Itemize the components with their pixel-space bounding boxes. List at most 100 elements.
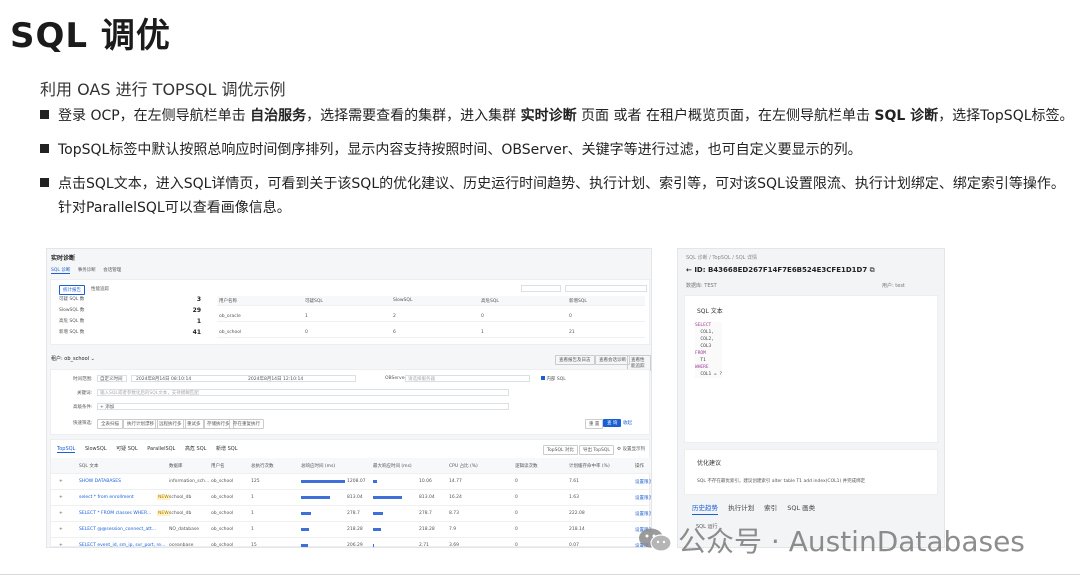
copy-icon[interactable]: ⧉ xyxy=(870,266,875,274)
observer-placeholder: 请选择服务器 xyxy=(408,377,435,382)
table-row[interactable]: ob_oracle 1 2 0 0 xyxy=(217,312,645,322)
time-select[interactable] xyxy=(521,285,561,292)
bullet-text: 页面 或者 在租户概览页面，在左侧导航栏单击 xyxy=(576,108,875,124)
set-throttle-link[interactable]: 设置限流 xyxy=(635,495,651,501)
table-row[interactable]: + SHOW DATABASES information_sch... ob_scho… xyxy=(51,474,651,490)
expand-icon[interactable]: + xyxy=(59,479,63,484)
keyword-input[interactable]: 输入SQL或者参数化后的SQL文本，支持模糊匹配 xyxy=(97,389,509,396)
sql-text-link[interactable]: SHOW DATABASES xyxy=(79,479,121,484)
stats-report-button[interactable]: 统计报告 xyxy=(59,285,85,295)
watermark: 公众号 · AustinDatabases xyxy=(638,520,1025,560)
perf-trace-button[interactable]: 性能追踪 xyxy=(91,286,109,292)
table-row[interactable]: ob_school 0 6 1 21 xyxy=(217,328,645,338)
keyword-placeholder: 输入SQL或者参数化后的SQL文本，支持模糊匹配 xyxy=(100,391,199,396)
quick-filter-plan-drift[interactable]: 执行计划漂移 xyxy=(123,419,158,429)
sql-text-link[interactable]: SELECT * FROM classes WHER... xyxy=(79,511,151,516)
tab-parallelsql[interactable]: ParallelSQL xyxy=(147,446,175,452)
sql-text-link[interactable]: SELECT event_id, sm_ip, svr_port, re... xyxy=(79,543,165,547)
table-cell: 0 xyxy=(515,479,518,484)
quick-filter-remote[interactable]: 远程执行多 xyxy=(155,419,186,429)
table-row[interactable]: + SELECT * FROM classes WHER... NEW school_… xyxy=(51,506,651,522)
tab-slowsql[interactable]: SlowSQL xyxy=(85,446,107,452)
table-cell: ob_school xyxy=(211,511,234,516)
total-time-bar xyxy=(301,512,312,515)
diagnosis-header: 实时诊断 xyxy=(51,255,76,262)
code-line: T1 xyxy=(695,357,722,364)
set-throttle-link[interactable]: 设置限流 xyxy=(635,511,651,517)
chevron-down-icon: ⌄ xyxy=(90,356,95,362)
sql-text-title: SQL 文本 xyxy=(697,308,723,315)
sql-detail-tabs: 历史趋势 执行计划 索引 SQL 画类 xyxy=(692,502,823,515)
set-throttle-link[interactable]: 设置限流 xyxy=(635,479,651,485)
topsql-compare-button[interactable]: TopSQL 对比 xyxy=(543,445,578,455)
sql-text-link[interactable]: SELECT @@session_connect_att... xyxy=(79,527,156,532)
code-line: FROM xyxy=(695,350,722,357)
tab-execution-plan[interactable]: 执行计划 xyxy=(728,504,754,512)
internal-sql-checkbox[interactable]: 内部 SQL xyxy=(541,376,566,382)
tab-suspicious-sql[interactable]: 可疑 SQL xyxy=(116,446,138,452)
tab-sql-diagnosis[interactable]: SQL 诊断 xyxy=(51,268,71,274)
advice-title: 优化建议 xyxy=(697,460,722,467)
query-button[interactable]: 查 询 xyxy=(603,419,622,427)
view-report-button[interactable]: 查看报告及日志 xyxy=(555,355,595,365)
table-cell: 0 xyxy=(305,330,308,335)
expand-icon[interactable]: + xyxy=(59,543,63,547)
summary-panel: 统计报告 性能追踪 可疑 SQL 数 3 SlowSQL 数 29 高危 SQL 数… xyxy=(50,279,650,345)
table-cell: 6 xyxy=(393,330,396,335)
table-row[interactable]: + SELECT event_id, sm_ip, svr_port, re...… xyxy=(51,538,651,548)
tab-sql-profile[interactable]: SQL 画类 xyxy=(787,504,815,512)
reset-button[interactable]: 重 置 xyxy=(585,419,604,429)
table-cell: 1 xyxy=(251,511,254,516)
tab-high-risk-sql[interactable]: 高危 SQL xyxy=(185,446,207,452)
quick-filter-label: 快速筛选: xyxy=(73,421,93,426)
breadcrumb[interactable]: SQL 诊断 / TopSQL / SQL 详情 xyxy=(686,254,757,261)
max-time-bar xyxy=(373,528,381,531)
expand-icon[interactable]: + xyxy=(59,511,63,516)
summary-item[interactable]: SlowSQL 数 29 xyxy=(59,307,209,318)
time-range-input[interactable] xyxy=(565,285,647,292)
expand-icon[interactable]: + xyxy=(59,527,63,532)
tab-index[interactable]: 索引 xyxy=(764,504,777,512)
table-cell: ob_school xyxy=(211,543,234,548)
quick-filter-retry[interactable]: 重试多 xyxy=(183,419,205,429)
summary-item[interactable]: 新增 SQL 数 41 xyxy=(59,329,209,340)
bullet-login: 登录 OCP，在左侧导航栏单击 自治服务，选择需要查看的集群，进入集群 实时诊断… xyxy=(40,104,1074,128)
tab-new-sql[interactable]: 新增 SQL xyxy=(216,446,238,452)
time-start-value: 2024年8月14日 08:10:14 xyxy=(136,377,192,382)
quick-filter-duplicate[interactable]: 存在重复执行 xyxy=(229,419,264,429)
observer-select[interactable]: 请选择服务器 xyxy=(405,375,530,382)
quick-filter-full-scan[interactable]: 全表扫描 xyxy=(97,419,123,429)
view-session-button[interactable]: 查看会话诊断 xyxy=(595,355,630,365)
advanced-conditions[interactable]: + 添加 xyxy=(97,403,509,410)
time-range-picker[interactable]: 2024年8月14日 08:10:14 2024年8月14日 12:10:14 xyxy=(131,375,356,382)
export-topsql-button[interactable]: 导出 TopSQL xyxy=(579,445,614,455)
summary-item[interactable]: 高危 SQL 数 1 xyxy=(59,318,209,329)
tab-session-management[interactable]: 会话管理 xyxy=(103,268,121,273)
sql-token: COL2, xyxy=(695,337,714,342)
collapse-link[interactable]: 收起 xyxy=(623,420,632,426)
tab-transaction-diagnosis[interactable]: 事务诊断 xyxy=(78,268,96,273)
expand-icon[interactable]: + xyxy=(59,495,63,500)
sql-text-link[interactable]: select * from enrollment xyxy=(79,495,134,500)
table-row[interactable]: + select * from enrollment NEW school_db ob_… xyxy=(51,490,651,506)
column-settings-button[interactable]: ⚙ 设置显示列 xyxy=(617,446,645,452)
advanced-add[interactable]: + 添加 xyxy=(100,404,114,410)
column-header: 总响应时间 (ms) xyxy=(301,464,336,469)
summary-item[interactable]: 可疑 SQL 数 3 xyxy=(59,296,209,307)
column-header: 操作 xyxy=(635,464,644,469)
column-header: 最大响应时间 (ms) xyxy=(373,464,412,469)
bullet-square-icon xyxy=(40,143,49,153)
table-cell: 218.28 xyxy=(419,527,435,532)
column-header: 总执行次数 xyxy=(251,464,274,469)
total-time-bar xyxy=(301,480,345,483)
bullet-text: TopSQL标签中默认按照总响应时间倒序排列，显示内容支持按照时间、OBServ… xyxy=(58,142,862,158)
table-cell: 0 xyxy=(515,527,518,532)
table-row[interactable]: + SELECT @@session_connect_att... NO_datab… xyxy=(51,522,651,538)
time-mode-select[interactable]: 自定义时间 xyxy=(97,375,127,382)
tenant-value: ob_school xyxy=(64,356,90,362)
tenant-selector[interactable]: 租户: ob_school ⌄ xyxy=(51,355,95,362)
back-arrow-icon[interactable]: ← xyxy=(686,266,692,274)
tab-history-trend[interactable]: 历史趋势 xyxy=(692,504,718,515)
sql-token: COL1 = ? xyxy=(695,372,723,377)
tab-topsql[interactable]: TopSQL xyxy=(57,446,76,453)
